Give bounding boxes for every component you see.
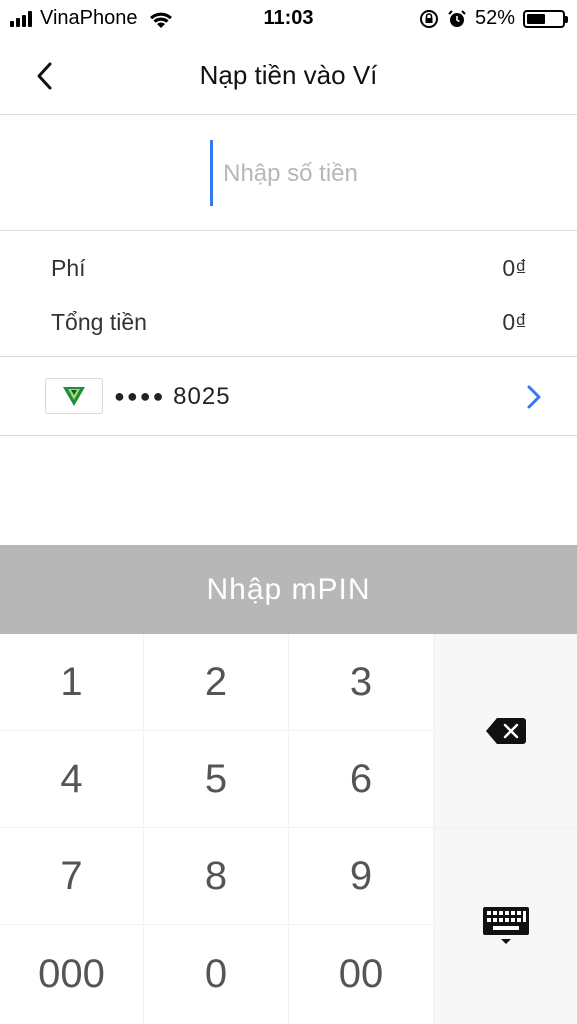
key-00[interactable]: 00	[289, 925, 433, 1024]
header: Nạp tiền vào Ví	[0, 38, 577, 115]
key-5[interactable]: 5	[144, 731, 288, 827]
dismiss-keyboard-key[interactable]	[434, 828, 577, 1024]
shield-icon	[63, 387, 85, 406]
amount-section	[0, 115, 577, 231]
alarm-icon	[448, 9, 466, 27]
battery-fill	[527, 13, 545, 24]
payment-card-selector[interactable]: ●●●● 8025	[0, 357, 577, 436]
chevron-right-icon	[527, 385, 541, 409]
backspace-key[interactable]	[434, 634, 577, 827]
card-last-digits: 8025	[173, 383, 231, 410]
fee-value: 0₫	[502, 255, 527, 281]
key-7[interactable]: 7	[0, 828, 143, 924]
fee-summary: Phí 0₫ Tổng tiền 0₫	[0, 231, 577, 357]
battery-percent: 52%	[474, 7, 515, 29]
numeric-keypad: 1 2 3 4 5 6 7 8 9 000 0 00	[0, 634, 577, 1024]
key-3[interactable]: 3	[289, 634, 433, 730]
rotation-lock-icon	[419, 9, 438, 28]
key-0[interactable]: 0	[144, 925, 288, 1024]
status-right: 52%	[419, 7, 568, 30]
fee-row: Phí 0₫	[51, 255, 527, 282]
key-000[interactable]: 000	[0, 925, 143, 1024]
card-mask-dots: ●●●●	[114, 386, 166, 406]
total-row: Tổng tiền 0₫	[51, 309, 527, 336]
key-9[interactable]: 9	[289, 828, 433, 924]
status-bar: VinaPhone 11:03 52%	[0, 0, 577, 38]
keyboard-hide-icon	[482, 907, 529, 944]
amount-input[interactable]	[140, 141, 441, 207]
enter-mpin-label: Nhập mPIN	[206, 572, 371, 606]
battery-icon	[523, 9, 568, 28]
backspace-icon	[485, 717, 526, 744]
total-label: Tổng tiền	[51, 309, 147, 335]
page-title: Nạp tiền vào Ví	[199, 60, 378, 90]
total-value: 0₫	[502, 309, 527, 335]
key-1[interactable]: 1	[0, 634, 143, 730]
key-6[interactable]: 6	[289, 731, 433, 827]
key-4[interactable]: 4	[0, 731, 143, 827]
key-2[interactable]: 2	[144, 634, 288, 730]
enter-mpin-button[interactable]: Nhập mPIN	[0, 545, 577, 634]
card-number: ●●●● 8025	[114, 383, 231, 411]
key-8[interactable]: 8	[144, 828, 288, 924]
bank-logo-icon	[45, 378, 103, 414]
fee-label: Phí	[51, 255, 86, 281]
